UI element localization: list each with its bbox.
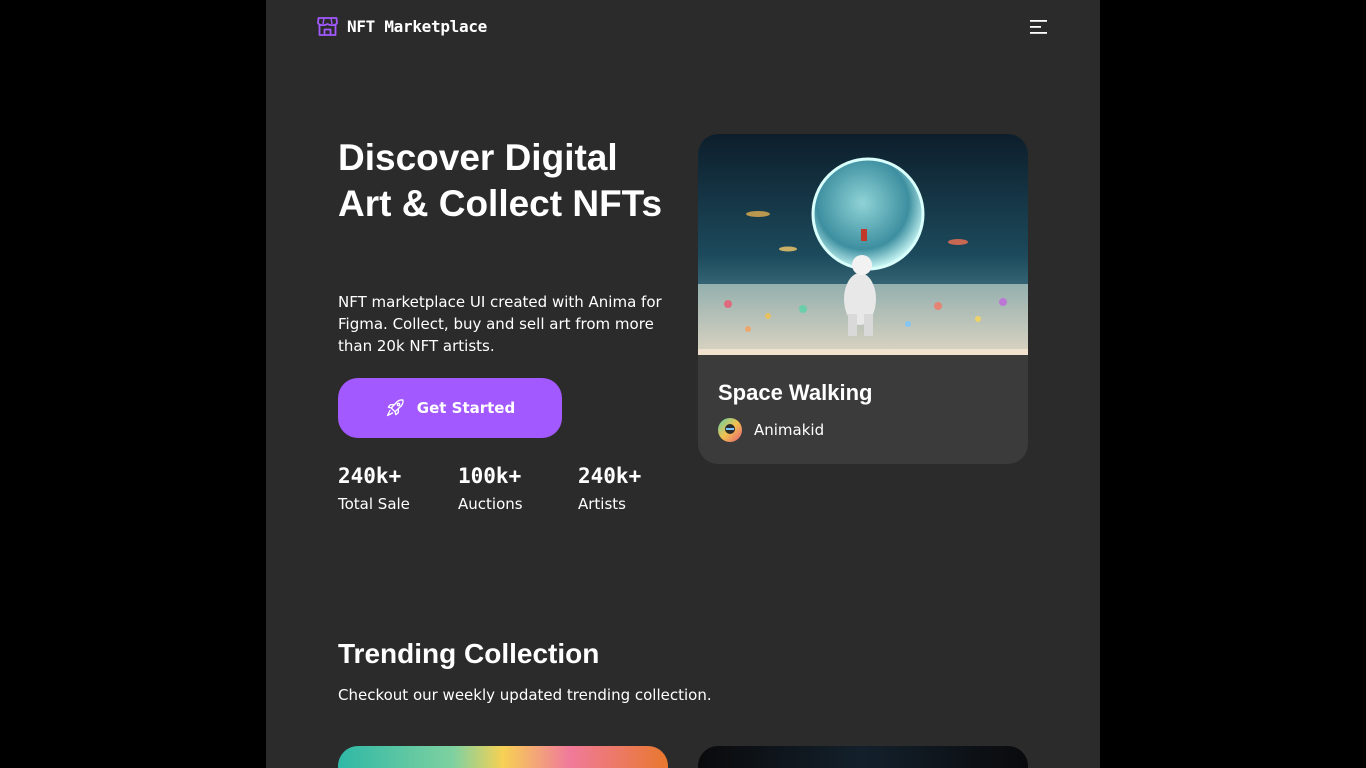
stat-artists: 240k+ Artists [578,462,688,515]
stat-value: 100k+ [458,464,522,488]
stat-label: Artists [578,495,626,513]
hamburger-menu-icon [1030,20,1047,34]
trending-subtitle: Checkout our weekly updated trending col… [338,686,712,704]
artist-avatar [718,418,742,442]
trending-title: Trending Collection [338,638,600,669]
stat-auctions: 100k+ Auctions [458,462,568,515]
nft-title: Space Walking [718,380,873,405]
brand-name: NFT Marketplace [347,17,487,36]
stat-value: 240k+ [578,464,642,488]
featured-artwork-image [698,134,1028,355]
rocket-icon [386,399,404,417]
collection-image [698,746,1028,768]
stat-label: Total Sale [338,495,410,513]
get-started-label: Get Started [416,399,516,417]
trending-collection-card[interactable] [698,746,1028,768]
brand-logo[interactable]: NFT Marketplace [317,17,487,36]
stat-value: 240k+ [338,464,402,488]
trending-collection-card[interactable] [338,746,668,768]
collection-image [338,746,668,768]
featured-nft-card[interactable]: Space Walking Animakid [698,134,1028,464]
navbar: NFT Marketplace [266,0,1100,54]
hero-subtitle: NFT marketplace UI created with Anima fo… [338,293,662,355]
storefront-icon [317,17,338,36]
stat-total-sale: 240k+ Total Sale [338,462,448,515]
menu-button[interactable] [1028,17,1050,37]
stat-label: Auctions [458,495,523,513]
artist-name: Animakid [754,421,825,439]
artist-info[interactable]: Animakid [718,418,824,442]
hero-title: Discover Digital Art & Collect NFTs [338,137,663,224]
get-started-button[interactable]: Get Started [338,378,562,438]
page-frame: NFT Marketplace Discover Digital Art & C… [266,0,1100,768]
